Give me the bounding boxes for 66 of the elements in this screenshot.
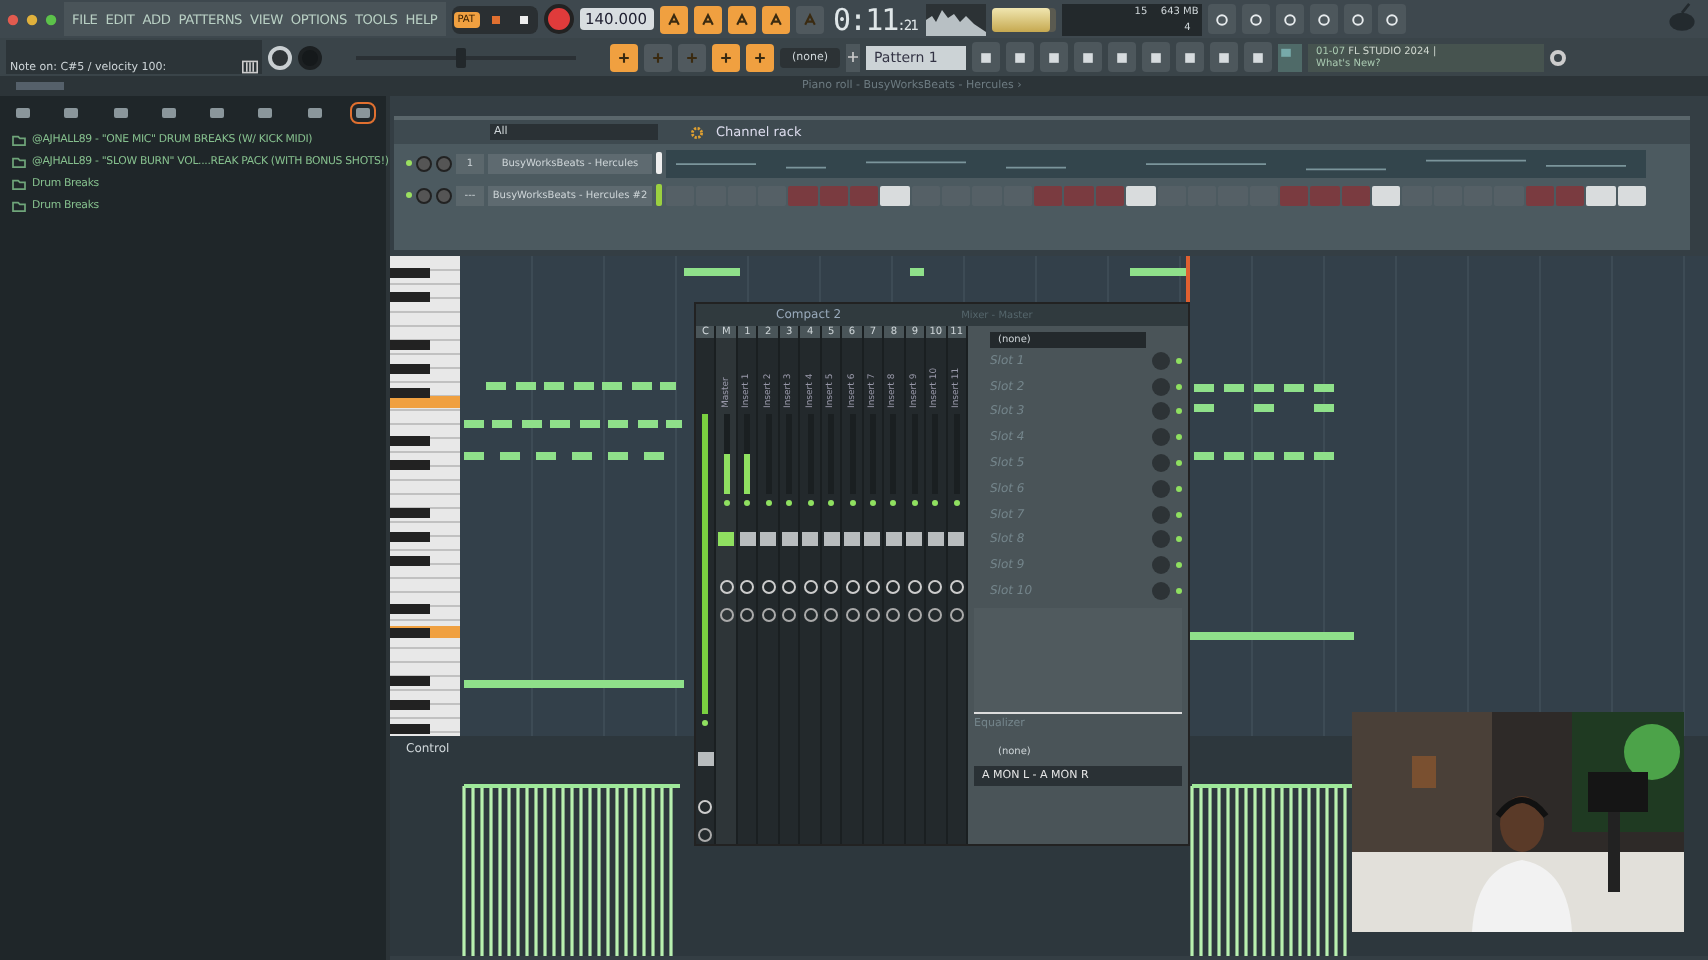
cut-button[interactable] xyxy=(1242,4,1271,34)
undo-button[interactable] xyxy=(1208,4,1237,34)
playlist-button[interactable] xyxy=(972,42,1001,72)
person-button[interactable] xyxy=(1210,42,1239,72)
render-button[interactable] xyxy=(1378,4,1407,34)
slot-led-icon[interactable] xyxy=(1176,408,1182,415)
window-controls-icon[interactable] xyxy=(6,11,58,27)
track-led-icon[interactable] xyxy=(786,500,793,506)
tree-button[interactable] xyxy=(1108,42,1137,72)
slot-led-icon[interactable] xyxy=(1176,485,1182,492)
slot-led-icon[interactable] xyxy=(1176,511,1182,518)
track-led-icon[interactable] xyxy=(765,500,772,506)
slot-led-icon[interactable] xyxy=(1176,357,1182,364)
track-led-icon[interactable] xyxy=(911,500,918,506)
file-button[interactable] xyxy=(1142,42,1171,72)
counter-button[interactable] xyxy=(727,5,756,33)
volume-fader[interactable] xyxy=(697,752,714,766)
settings-icon[interactable] xyxy=(1550,49,1567,65)
slot-led-icon[interactable] xyxy=(1176,536,1182,543)
slot-led-icon[interactable] xyxy=(1176,562,1182,569)
step-button[interactable] xyxy=(1371,185,1401,205)
step-button[interactable] xyxy=(1586,185,1616,205)
step-button[interactable] xyxy=(1126,185,1155,205)
help-button[interactable] xyxy=(1310,4,1339,34)
tape-button[interactable] xyxy=(693,5,722,33)
piano-roll-button[interactable] xyxy=(1006,42,1035,72)
slider-thumb[interactable] xyxy=(455,47,465,67)
track-led-icon[interactable] xyxy=(744,500,751,506)
track-led-icon[interactable] xyxy=(723,500,730,506)
waveform-monitor-icon xyxy=(926,3,987,35)
track-led-icon[interactable] xyxy=(849,500,856,506)
mixer-button[interactable] xyxy=(1074,42,1103,72)
piano-button[interactable] xyxy=(610,43,638,71)
slot-led-icon[interactable] xyxy=(1176,383,1182,390)
gear-icon[interactable] xyxy=(690,125,704,139)
track-led-icon[interactable] xyxy=(702,720,709,726)
channel-button[interactable] xyxy=(1040,42,1069,72)
add-pattern-button[interactable] xyxy=(846,43,861,71)
stamp-button[interactable] xyxy=(746,43,774,71)
route-knob[interactable] xyxy=(698,828,713,842)
slot-led-icon[interactable] xyxy=(1176,434,1182,441)
track-led-icon[interactable] xyxy=(869,500,876,506)
shop-button[interactable] xyxy=(1278,43,1303,71)
turtle-button[interactable] xyxy=(1244,42,1273,72)
step-button[interactable] xyxy=(1617,185,1646,205)
mic-button[interactable] xyxy=(1276,4,1305,34)
track-led-icon[interactable] xyxy=(890,500,897,506)
level-meter xyxy=(744,414,751,494)
channel-select-bar[interactable] xyxy=(656,152,662,174)
channel-led-icon[interactable] xyxy=(406,192,412,198)
link-button[interactable] xyxy=(712,43,740,71)
record-button[interactable] xyxy=(543,4,573,34)
plug-button[interactable] xyxy=(1176,42,1205,72)
save-button[interactable] xyxy=(1344,4,1373,34)
channel-led-icon[interactable] xyxy=(406,160,412,166)
level-meter xyxy=(723,414,730,494)
note[interactable] xyxy=(1186,632,1354,640)
step-button[interactable] xyxy=(880,185,910,205)
track-led-icon[interactable] xyxy=(807,500,814,506)
track-led-icon[interactable] xyxy=(828,500,835,506)
slot-led-icon[interactable] xyxy=(1176,588,1182,595)
track-led-icon[interactable] xyxy=(953,500,960,506)
metronome-button[interactable] xyxy=(659,5,688,33)
keyboard-button[interactable] xyxy=(761,5,790,33)
slot-led-icon[interactable] xyxy=(1176,460,1182,467)
track-led-icon[interactable] xyxy=(932,500,939,506)
